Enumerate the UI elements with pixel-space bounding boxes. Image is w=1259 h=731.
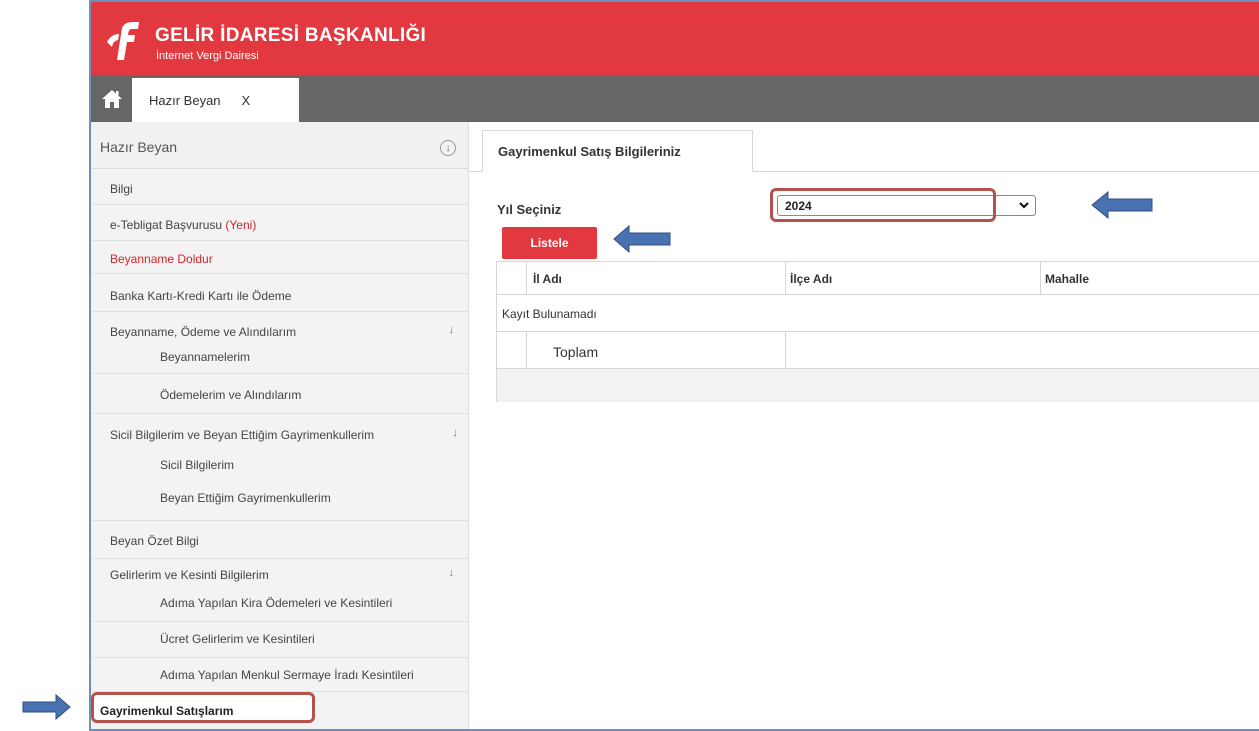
sidebar-item-beyanname-doldur[interactable]: Beyanname Doldur (91, 241, 468, 274)
sidebar-header-label: Hazır Beyan (100, 139, 178, 155)
sidebar-item-label: Sicil Bilgilerim ve Beyan Ettiğim Gayrim… (110, 428, 375, 442)
tab-label: Hazır Beyan (149, 92, 221, 108)
column-header: İlçe Adı (790, 272, 833, 286)
arrow-right-icon (22, 693, 71, 721)
sidebar-item-label: Bilgi (110, 182, 133, 196)
header-subtitle: İnternet Vergi Dairesi (156, 50, 259, 62)
chevron-down-icon: ↓ (452, 427, 459, 439)
home-button[interactable] (91, 75, 132, 122)
column-header: İl Adı (533, 272, 562, 286)
total-label: Toplam (553, 344, 599, 360)
sidebar-item-label: Gelirlerim ve Kesinti Bilgilerim (110, 568, 269, 582)
highlight-box (770, 188, 996, 222)
sidebar-item-label: Sicil Bilgilerim (160, 458, 235, 472)
sidebar-item-menkul-sermaye[interactable]: Adıma Yapılan Menkul Sermaye İradı Kesin… (91, 658, 468, 692)
new-badge: (Yeni) (225, 218, 257, 232)
tab-close-button[interactable]: X (242, 93, 251, 108)
sidebar-item-label: Ödemelerim ve Alındılarım (160, 388, 302, 402)
sidebar-item-label: Adıma Yapılan Kira Ödemeleri ve Kesintil… (160, 596, 393, 610)
sidebar-item-bilgi[interactable]: Bilgi (91, 169, 468, 205)
sidebar-item-label: Beyanname, Ödeme ve Alındılarım (110, 325, 297, 339)
arrow-left-icon (613, 224, 671, 254)
empty-row: Kayıt Bulunamadı (497, 295, 1259, 332)
chevron-down-icon: ↓ (448, 567, 455, 579)
column-divider (785, 332, 786, 369)
collapse-icon[interactable]: ↓ (440, 140, 456, 156)
sidebar-header[interactable]: Hazır Beyan ↓ (91, 122, 468, 169)
column-header: Mahalle (1045, 272, 1090, 286)
tab-bar: Hazır Beyan X (91, 75, 1259, 122)
sidebar-item-beyan-ettigim[interactable]: Beyan Ettiğim Gayrimenkullerim (91, 481, 468, 521)
tab-label: Gayrimenkul Satış Bilgileriniz (498, 143, 681, 159)
tab-gayrimenkul-satis[interactable]: Gayrimenkul Satış Bilgileriniz (482, 130, 753, 172)
column-divider (1040, 262, 1041, 295)
column-divider (526, 262, 527, 295)
empty-message: Kayıt Bulunamadı (502, 307, 597, 321)
list-button[interactable]: Listele (502, 227, 597, 259)
gib-logo-icon (107, 22, 139, 60)
table-header: İl Adı İlçe Adı Mahalle (497, 262, 1259, 295)
header-title: GELİR İDARESİ BAŞKANLIĞI (155, 25, 427, 46)
sidebar-item-sicil-bilgilerim[interactable]: Sicil Bilgilerim (91, 447, 468, 481)
sidebar-item-gelirlerim[interactable]: Gelirlerim ve Kesinti Bilgilerim ↓ (91, 559, 468, 589)
sidebar: Hazır Beyan ↓ Bilgi e-Tebligat Başvurusu… (91, 122, 469, 729)
sidebar-item-label: e-Tebligat Başvurusu (110, 218, 223, 232)
tab-hazir-beyan[interactable]: Hazır Beyan X (132, 78, 299, 122)
year-label: Yıl Seçiniz (497, 202, 562, 217)
sidebar-item-kira-odemeleri[interactable]: Adıma Yapılan Kira Ödemeleri ve Kesintil… (91, 589, 468, 622)
app-window: GELİR İDARESİ BAŞKANLIĞI İnternet Vergi … (89, 0, 1259, 731)
sidebar-item-label: Beyan Ettiğim Gayrimenkullerim (160, 491, 331, 505)
chevron-down-icon (1019, 202, 1029, 209)
sidebar-item-label: Ücret Gelirlerim ve Kesintileri (160, 632, 315, 646)
column-divider (526, 332, 527, 369)
top-header: GELİR İDARESİ BAŞKANLIĞI İnternet Vergi … (91, 2, 1259, 75)
sidebar-item-beyanname-odeme[interactable]: Beyanname, Ödeme ve Alındılarım ↓ (91, 312, 468, 345)
sidebar-item-sicil-gayrimenkul[interactable]: Sicil Bilgilerim ve Beyan Ettiğim Gayrim… (91, 414, 468, 447)
results-table: İl Adı İlçe Adı Mahalle Kayıt Bulunamadı… (496, 261, 1259, 402)
highlight-box (91, 692, 315, 723)
sidebar-item-label: Beyan Özet Bilgi (110, 534, 199, 548)
sidebar-item-e-tebligat[interactable]: e-Tebligat Başvurusu (Yeni) (91, 205, 468, 241)
table-footer (497, 369, 1259, 402)
sidebar-item-banka-karti[interactable]: Banka Kartı-Kredi Kartı ile Ödeme (91, 274, 468, 312)
sidebar-item-odemelerim[interactable]: Ödemelerim ve Alındılarım (91, 374, 468, 414)
chevron-down-icon: ↓ (448, 324, 455, 336)
sidebar-item-label: Beyanname Doldur (110, 252, 213, 266)
sidebar-item-label: Beyannamelerim (160, 350, 251, 364)
sidebar-item-label: Banka Kartı-Kredi Kartı ile Ödeme (110, 289, 292, 303)
sidebar-item-ucret-gelirlerim[interactable]: Ücret Gelirlerim ve Kesintileri (91, 622, 468, 658)
column-divider (785, 262, 786, 295)
arrow-left-icon (1091, 190, 1153, 220)
sidebar-item-label: Adıma Yapılan Menkul Sermaye İradı Kesin… (160, 668, 414, 682)
total-row: Toplam (497, 332, 1259, 369)
home-icon (101, 89, 122, 108)
sidebar-item-beyannamelerim[interactable]: Beyannamelerim (91, 345, 468, 374)
sidebar-item-beyan-ozet[interactable]: Beyan Özet Bilgi (91, 521, 468, 559)
